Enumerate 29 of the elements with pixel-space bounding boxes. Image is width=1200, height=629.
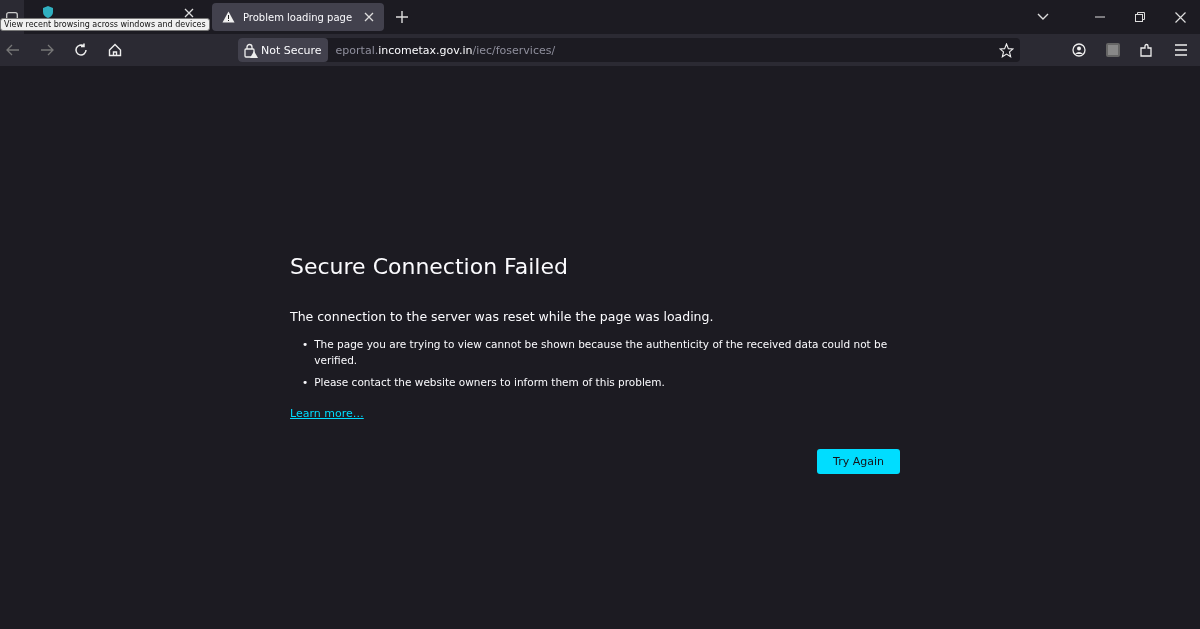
security-indicator[interactable]: Not Secure xyxy=(238,38,328,62)
error-title: Secure Connection Failed xyxy=(290,254,569,279)
menu-icon[interactable] xyxy=(1174,44,1188,56)
error-detail: The page you are trying to view cannot be shown because the authenticity of the received data could not be verified. xyxy=(314,337,889,368)
close-icon[interactable] xyxy=(184,8,194,18)
back-icon[interactable] xyxy=(6,44,20,56)
close-icon[interactable] xyxy=(364,12,374,22)
url-text: eportal.incometax.gov.in/iec/foservices/ xyxy=(335,43,556,57)
address-bar[interactable]: Not Secure eportal.incometax.gov.in/iec/foservices/ xyxy=(238,38,1020,62)
puzzle-icon[interactable] xyxy=(1140,43,1154,57)
restore-icon[interactable] xyxy=(1135,12,1145,22)
account-icon[interactable] xyxy=(1072,43,1086,57)
error-summary: The connection to the server was reset while the page was loading. xyxy=(290,309,715,324)
close-icon[interactable] xyxy=(1175,11,1186,23)
star-icon[interactable] xyxy=(999,42,1014,58)
home-icon[interactable] xyxy=(108,43,122,57)
bullet: • xyxy=(302,375,309,390)
new-tab-icon[interactable] xyxy=(396,11,408,23)
forward-icon[interactable] xyxy=(40,44,54,56)
chevron-down-icon[interactable] xyxy=(1037,13,1049,21)
bullet: • xyxy=(302,337,309,352)
tab-title: Problem loading page xyxy=(243,11,354,23)
error-detail: Please contact the website owners to inform them of this problem. xyxy=(314,375,665,390)
tooltip: View recent browsing across windows and devices xyxy=(0,18,210,31)
learn-more-link[interactable]: Learn more… xyxy=(290,407,364,420)
browser-tab[interactable]: Problem loading page xyxy=(212,3,384,31)
try-again-button[interactable]: Try Again xyxy=(817,449,900,474)
reload-icon[interactable] xyxy=(74,43,88,57)
lock-warning-icon xyxy=(244,42,258,58)
